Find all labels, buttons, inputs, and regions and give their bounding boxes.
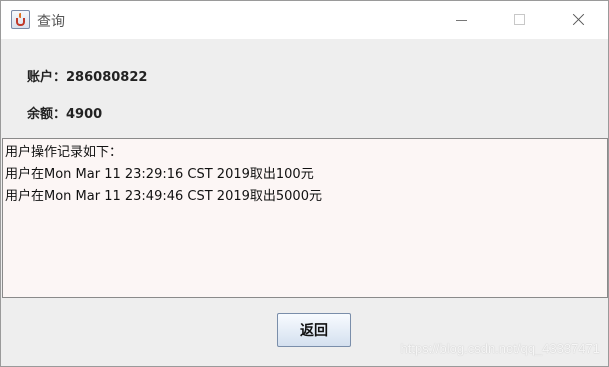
maximize-button[interactable] xyxy=(497,1,543,39)
maximize-icon xyxy=(514,14,525,25)
account-value: 286080822 xyxy=(66,70,148,85)
balance-value: 4900 xyxy=(66,107,103,122)
minimize-button[interactable] xyxy=(439,1,485,39)
query-window: 查询 账户：286080822 余额：4900 用户操作记录如下： 用户在Mon… xyxy=(0,0,609,367)
log-entry: 用户在Mon Mar 11 23:49:46 CST 2019取出5000元 xyxy=(5,189,322,204)
log-header: 用户操作记录如下： xyxy=(5,145,123,160)
back-button[interactable]: 返回 xyxy=(277,313,351,347)
watermark: https://blog.csdn.net/qq_43337471 xyxy=(400,341,601,356)
minimize-icon xyxy=(456,20,467,21)
balance-row: 余额：4900 xyxy=(27,103,102,122)
close-button[interactable] xyxy=(555,1,601,39)
operation-log-textarea[interactable]: 用户操作记录如下： 用户在Mon Mar 11 23:29:16 CST 201… xyxy=(2,138,608,298)
java-cup-icon xyxy=(11,10,30,29)
balance-label: 余额： xyxy=(27,107,67,122)
window-title: 查询 xyxy=(37,14,65,30)
account-row: 账户：286080822 xyxy=(27,66,147,85)
log-entry: 用户在Mon Mar 11 23:29:16 CST 2019取出100元 xyxy=(5,167,314,182)
account-label: 账户： xyxy=(27,70,67,85)
title-bar[interactable]: 查询 xyxy=(1,1,608,39)
